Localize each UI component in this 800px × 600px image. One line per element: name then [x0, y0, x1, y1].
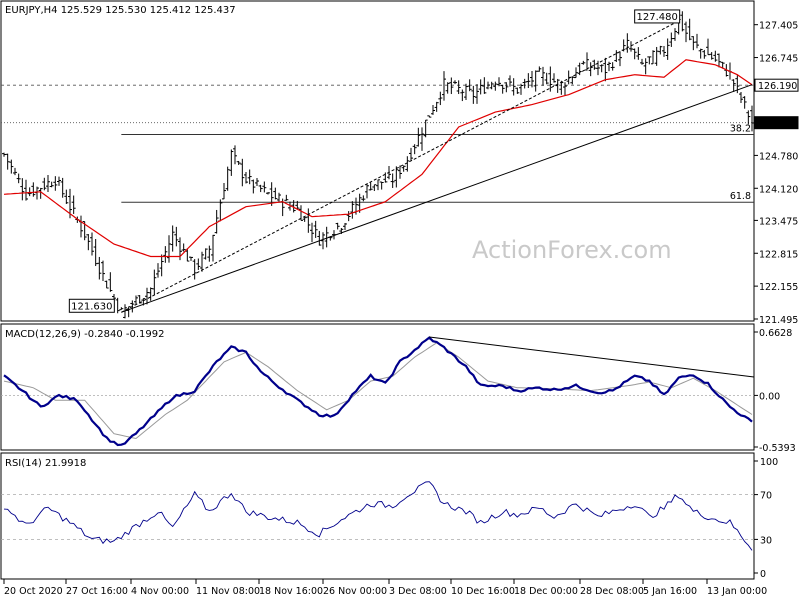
price-tick-label: 122.155 — [759, 282, 798, 293]
price-panel-frame — [0, 0, 755, 322]
time-tick-label: 18 Nov 16:00 — [259, 586, 323, 597]
rsi-panel-frame — [0, 452, 755, 580]
time-tick-label: 28 Dec 08:00 — [580, 586, 644, 597]
price-tick-label: 125.437 — [758, 119, 797, 130]
rsi-tick-label: 100 — [760, 457, 778, 468]
fib-label-1: 61.8 — [730, 191, 751, 202]
price-tick-label: 122.815 — [759, 249, 798, 260]
macd-axis: 0.6628 0.00 -0.5393 — [754, 328, 796, 454]
price-tick-label: 126.745 — [759, 54, 798, 65]
annotation-label-0: 121.630 — [71, 301, 112, 312]
time-tick-label: 5 Jan 16:00 — [643, 586, 697, 597]
rsi-tick-label: 70 — [760, 491, 772, 502]
macd-tick-label: 0.6628 — [759, 328, 792, 339]
rsi-tick-label: 0 — [760, 569, 766, 580]
price-tick-label: 126.190 — [758, 81, 797, 92]
rsi-tick-label: 30 — [760, 535, 772, 546]
macd-tick-label: 0.00 — [759, 391, 780, 402]
price-axis: 127.405 126.745 126.190 125.437 124.780 124.1… — [754, 21, 799, 326]
time-tick-label: 20 Oct 2020 — [4, 586, 63, 597]
macd-tick-label: -0.5393 — [759, 443, 796, 454]
time-tick-label: 26 Nov 00:00 — [323, 586, 387, 597]
time-tick-label: 3 Dec 08:00 — [389, 586, 447, 597]
price-tick-label: 127.405 — [759, 21, 798, 32]
time-tick-label: 13 Jan 00:00 — [707, 586, 767, 597]
rsi-axis: 100 70 30 0 — [754, 457, 778, 580]
time-tick-label: 27 Oct 16:00 — [66, 586, 128, 597]
price-tick-label: 124.120 — [759, 184, 798, 195]
time-tick-label: 18 Dec 00:00 — [514, 586, 578, 597]
fib-label-0: 38.2 — [730, 123, 751, 134]
time-tick-label: 4 Nov 00:00 — [131, 586, 189, 597]
rsi-title: RSI(14) 21.9918 — [5, 458, 86, 469]
time-tick-label: 10 Dec 16:00 — [451, 586, 515, 597]
price-tick-label: 123.475 — [759, 216, 798, 227]
macd-title: MACD(12,26,9) -0.2840 -0.1992 — [5, 329, 165, 340]
time-axis: 20 Oct 2020 27 Oct 16:00 4 Nov 00:00 11 Nov… — [3, 579, 767, 597]
price-tick-label: 121.495 — [759, 315, 798, 326]
annotation-label-1: 127.480 — [636, 12, 677, 23]
chart-canvas: ActionForex.com 38.261.8 121.630127.480 … — [0, 0, 799, 597]
price-title: EURJPY,H4 125.529 125.530 125.412 125.43… — [5, 5, 236, 16]
price-tick-label: 124.780 — [759, 151, 798, 162]
watermark: ActionForex.com — [472, 236, 672, 264]
time-tick-label: 11 Nov 08:00 — [196, 586, 260, 597]
macd-panel-frame — [0, 323, 755, 451]
